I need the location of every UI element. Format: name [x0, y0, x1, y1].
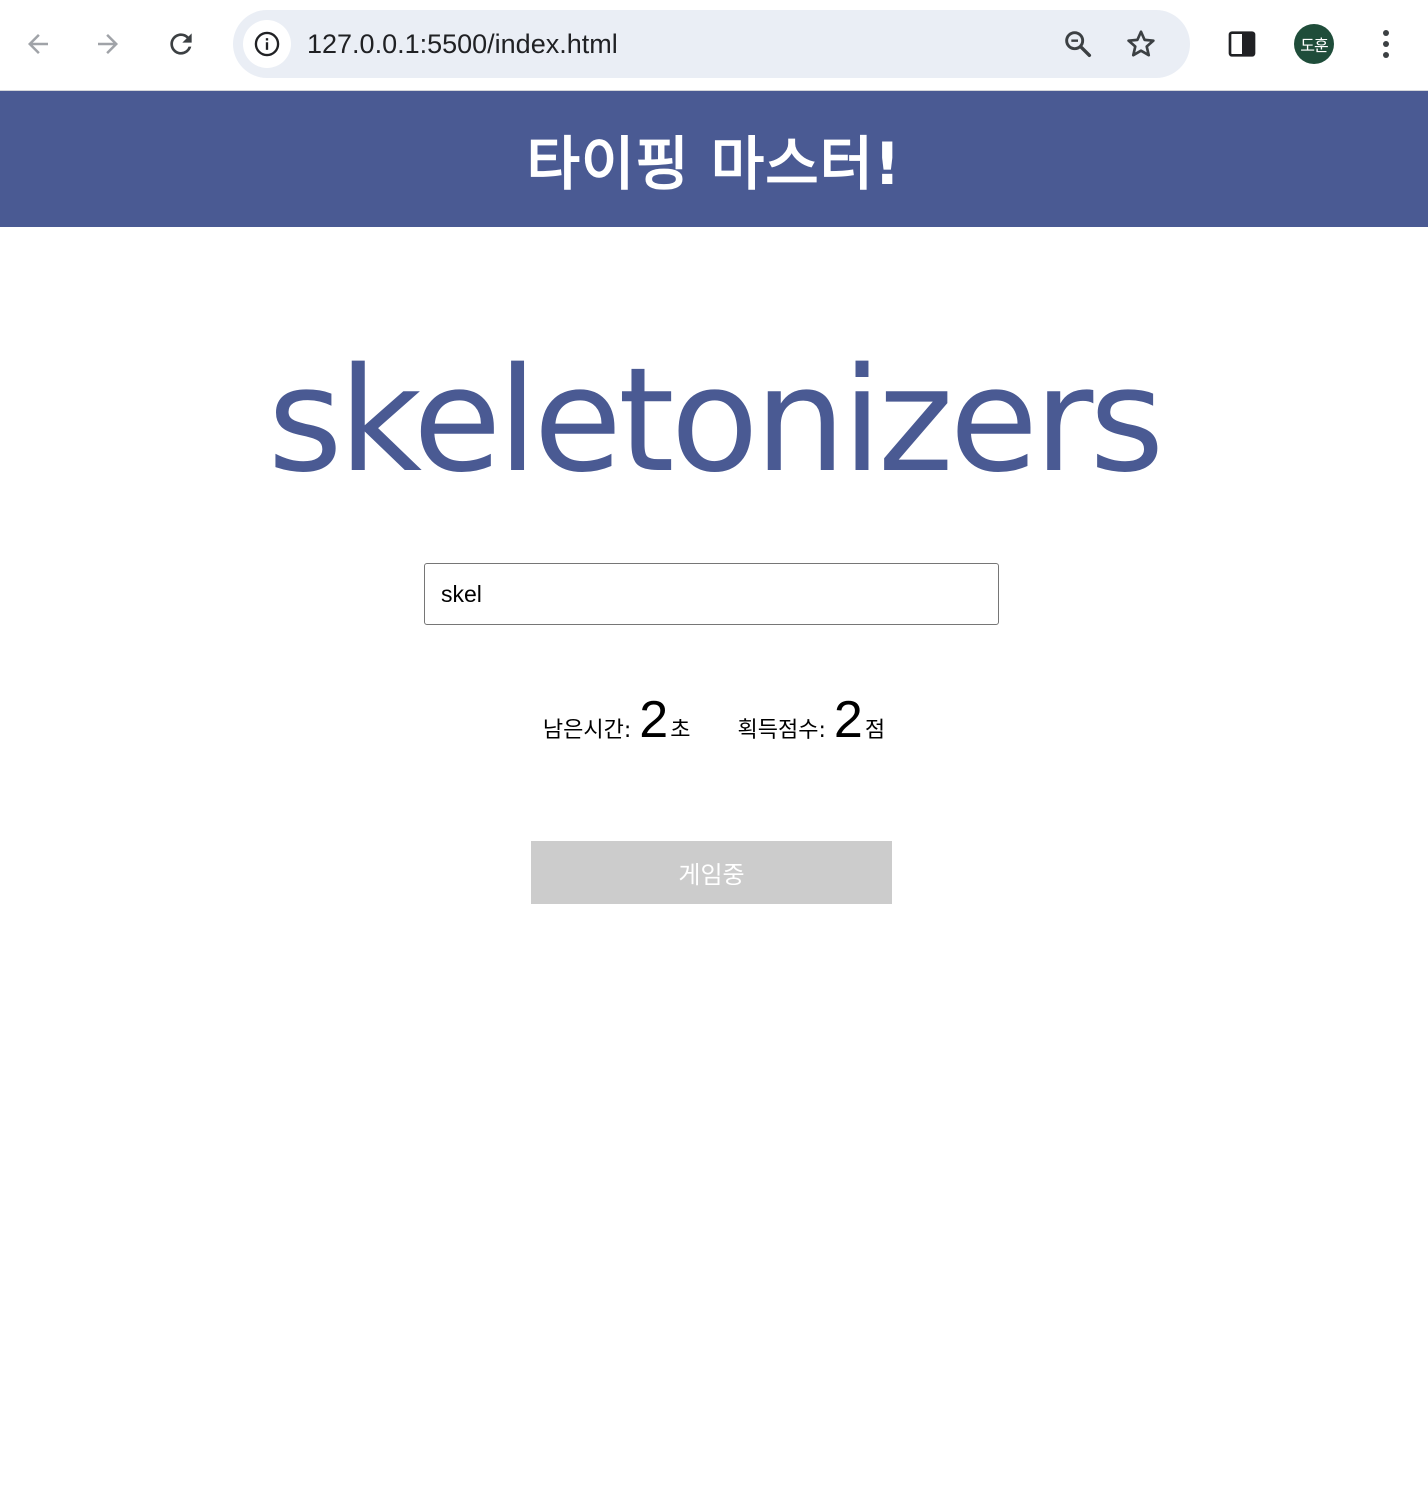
current-word: skeletonizers: [267, 336, 1165, 504]
back-button[interactable]: [14, 20, 62, 68]
arrow-right-icon: [98, 34, 118, 54]
side-panel-button[interactable]: [1218, 20, 1266, 68]
info-icon: [254, 31, 280, 57]
reload-icon: [170, 33, 192, 55]
word-input[interactable]: [424, 563, 999, 625]
star-icon: [1127, 30, 1155, 57]
site-info-button[interactable]: [243, 20, 291, 68]
page-title: 타이핑 마스터!: [526, 130, 902, 198]
reload-button[interactable]: [157, 20, 205, 68]
time-label: 남은시간:: [542, 718, 632, 743]
browser-toolbar: 127.0.0.1:5500/index.html 도훈: [0, 0, 1428, 91]
game-stats: 남은시간: 2초 획득점수: 2점: [0, 690, 1428, 750]
forward-button[interactable]: [84, 20, 132, 68]
side-panel-icon: [1228, 31, 1256, 57]
page-header: 타이핑 마스터!: [0, 91, 1428, 227]
bookmark-button[interactable]: [1121, 24, 1161, 64]
menu-button[interactable]: [1362, 20, 1410, 68]
score: 획득점수: 2점: [738, 690, 886, 750]
time-value: 2: [639, 691, 669, 749]
magnifier-icon: [1065, 31, 1092, 58]
address-bar[interactable]: 127.0.0.1:5500/index.html: [233, 10, 1190, 78]
time-remaining: 남은시간: 2초: [543, 690, 691, 750]
score-label: 획득점수:: [737, 718, 826, 743]
url-text[interactable]: 127.0.0.1:5500/index.html: [307, 10, 618, 78]
score-unit: 점: [864, 718, 886, 743]
game-status-button[interactable]: 게임중: [531, 841, 892, 904]
kebab-menu-icon: [1383, 30, 1389, 58]
time-unit: 초: [670, 718, 691, 743]
zoom-button[interactable]: [1058, 24, 1098, 64]
score-value: 2: [833, 691, 863, 749]
arrow-left-icon: [28, 34, 48, 54]
profile-avatar[interactable]: 도훈: [1294, 24, 1334, 64]
